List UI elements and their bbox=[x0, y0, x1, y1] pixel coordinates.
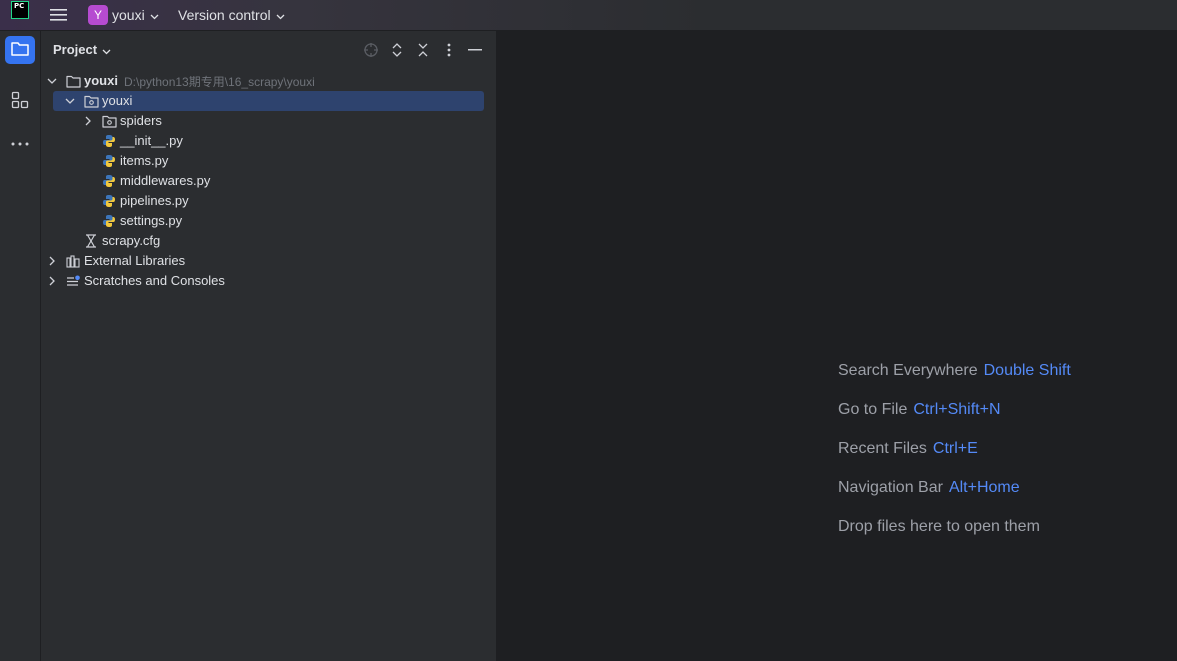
more-tools-button[interactable] bbox=[10, 131, 30, 151]
init-file-label: __init__.py bbox=[120, 133, 183, 148]
project-name-label: youxi bbox=[112, 7, 145, 23]
tree-row-items[interactable]: items.py bbox=[41, 151, 496, 171]
hint-recent-files: Recent Files Ctrl+E bbox=[838, 440, 978, 458]
tree-row-middlewares[interactable]: middlewares.py bbox=[41, 171, 496, 191]
project-widget[interactable]: Y bbox=[88, 0, 108, 30]
hint-shortcut[interactable]: Ctrl+Shift+N bbox=[913, 401, 1000, 418]
python-file-icon bbox=[101, 153, 117, 169]
config-file-icon bbox=[83, 233, 99, 249]
tree-row-scrapy-cfg[interactable]: scrapy.cfg bbox=[41, 231, 496, 251]
vcs-label: Version control bbox=[178, 7, 271, 23]
python-file-icon bbox=[101, 173, 117, 189]
project-badge: Y bbox=[88, 5, 108, 25]
hamburger-menu-icon[interactable] bbox=[50, 0, 68, 30]
hint-label: Go to File bbox=[838, 401, 908, 418]
editor-empty-area[interactable]: Search Everywhere Double Shift Go to File… bbox=[497, 31, 1177, 661]
chevron-down-icon[interactable] bbox=[64, 91, 76, 111]
folder-icon bbox=[11, 41, 29, 59]
more-icon bbox=[11, 134, 29, 149]
tree-row-pipelines[interactable]: pipelines.py bbox=[41, 191, 496, 211]
tree-row-init[interactable]: __init__.py bbox=[41, 131, 496, 151]
hint-label: Navigation Bar bbox=[838, 479, 943, 496]
chevron-down-icon[interactable] bbox=[46, 71, 58, 91]
hint-drop-files: Drop files here to open them bbox=[838, 518, 1040, 536]
external-libraries-label: External Libraries bbox=[84, 253, 186, 268]
library-icon bbox=[65, 253, 81, 269]
package-label: youxi bbox=[102, 93, 133, 108]
chevron-right-icon[interactable] bbox=[46, 271, 58, 291]
tool-window-strip bbox=[0, 31, 41, 661]
root-folder-label: youxi bbox=[84, 73, 118, 88]
tree-row-settings[interactable]: settings.py bbox=[41, 211, 496, 231]
hint-shortcut[interactable]: Alt+Home bbox=[949, 479, 1020, 496]
pycharm-logo-icon[interactable]: PC bbox=[11, 1, 29, 19]
hint-shortcut[interactable]: Ctrl+E bbox=[933, 440, 978, 457]
hint-shortcut[interactable]: Double Shift bbox=[984, 362, 1071, 379]
items-file-label: items.py bbox=[120, 153, 169, 168]
root-path-label: D:\python13期专用\16_scrapy\youxi bbox=[124, 75, 315, 89]
version-control-widget[interactable]: Version control bbox=[178, 0, 285, 30]
chevron-down-icon[interactable] bbox=[102, 43, 111, 58]
tree-row-scratches[interactable]: Scratches and Consoles bbox=[41, 271, 496, 291]
package-folder-icon bbox=[83, 93, 99, 109]
hint-navigation-bar: Navigation Bar Alt+Home bbox=[838, 479, 1020, 497]
hide-panel-icon[interactable] bbox=[466, 41, 484, 59]
tree-row-package[interactable]: youxi bbox=[41, 91, 496, 111]
hint-label: Recent Files bbox=[838, 440, 927, 457]
project-switcher[interactable]: youxi bbox=[112, 0, 159, 30]
python-file-icon bbox=[101, 213, 117, 229]
scratches-label: Scratches and Consoles bbox=[84, 273, 225, 288]
package-folder-icon bbox=[101, 113, 117, 129]
folder-icon bbox=[65, 73, 81, 89]
middlewares-file-label: middlewares.py bbox=[120, 173, 211, 188]
spiders-label: spiders bbox=[120, 113, 162, 128]
chevron-down-icon bbox=[150, 7, 159, 23]
tree-row-root[interactable]: youxi D:\python13期专用\16_scrapy\youxi bbox=[41, 71, 496, 91]
locate-file-icon[interactable] bbox=[362, 41, 380, 59]
tree-row-external-libraries[interactable]: External Libraries bbox=[41, 251, 496, 271]
chevron-right-icon[interactable] bbox=[46, 251, 58, 271]
title-bar: PC Y youxi Version control bbox=[0, 0, 1177, 31]
structure-tool-button[interactable] bbox=[10, 91, 30, 111]
chevron-right-icon[interactable] bbox=[82, 111, 94, 131]
hint-search-everywhere: Search Everywhere Double Shift bbox=[838, 362, 1071, 380]
python-file-icon bbox=[101, 133, 117, 149]
tree-row-spiders[interactable]: spiders bbox=[41, 111, 496, 131]
hint-label: Search Everywhere bbox=[838, 362, 978, 379]
project-panel: Project youxi D:\python13期专用\16_scrapy\y… bbox=[41, 31, 497, 661]
collapse-all-icon[interactable] bbox=[414, 41, 432, 59]
python-file-icon bbox=[101, 193, 117, 209]
panel-title[interactable]: Project bbox=[53, 42, 97, 57]
scratches-icon bbox=[65, 273, 81, 289]
project-tool-button[interactable] bbox=[5, 36, 35, 64]
options-icon[interactable] bbox=[440, 41, 458, 59]
hint-go-to-file: Go to File Ctrl+Shift+N bbox=[838, 401, 1001, 419]
hint-label: Drop files here to open them bbox=[838, 518, 1040, 535]
expand-all-icon[interactable] bbox=[388, 41, 406, 59]
chevron-down-icon bbox=[276, 7, 285, 23]
app-logo-text: PC bbox=[14, 2, 25, 10]
structure-icon bbox=[11, 91, 29, 112]
settings-file-label: settings.py bbox=[120, 213, 183, 228]
pipelines-file-label: pipelines.py bbox=[120, 193, 189, 208]
panel-header: Project bbox=[41, 31, 496, 69]
scrapy-cfg-label: scrapy.cfg bbox=[102, 233, 161, 248]
